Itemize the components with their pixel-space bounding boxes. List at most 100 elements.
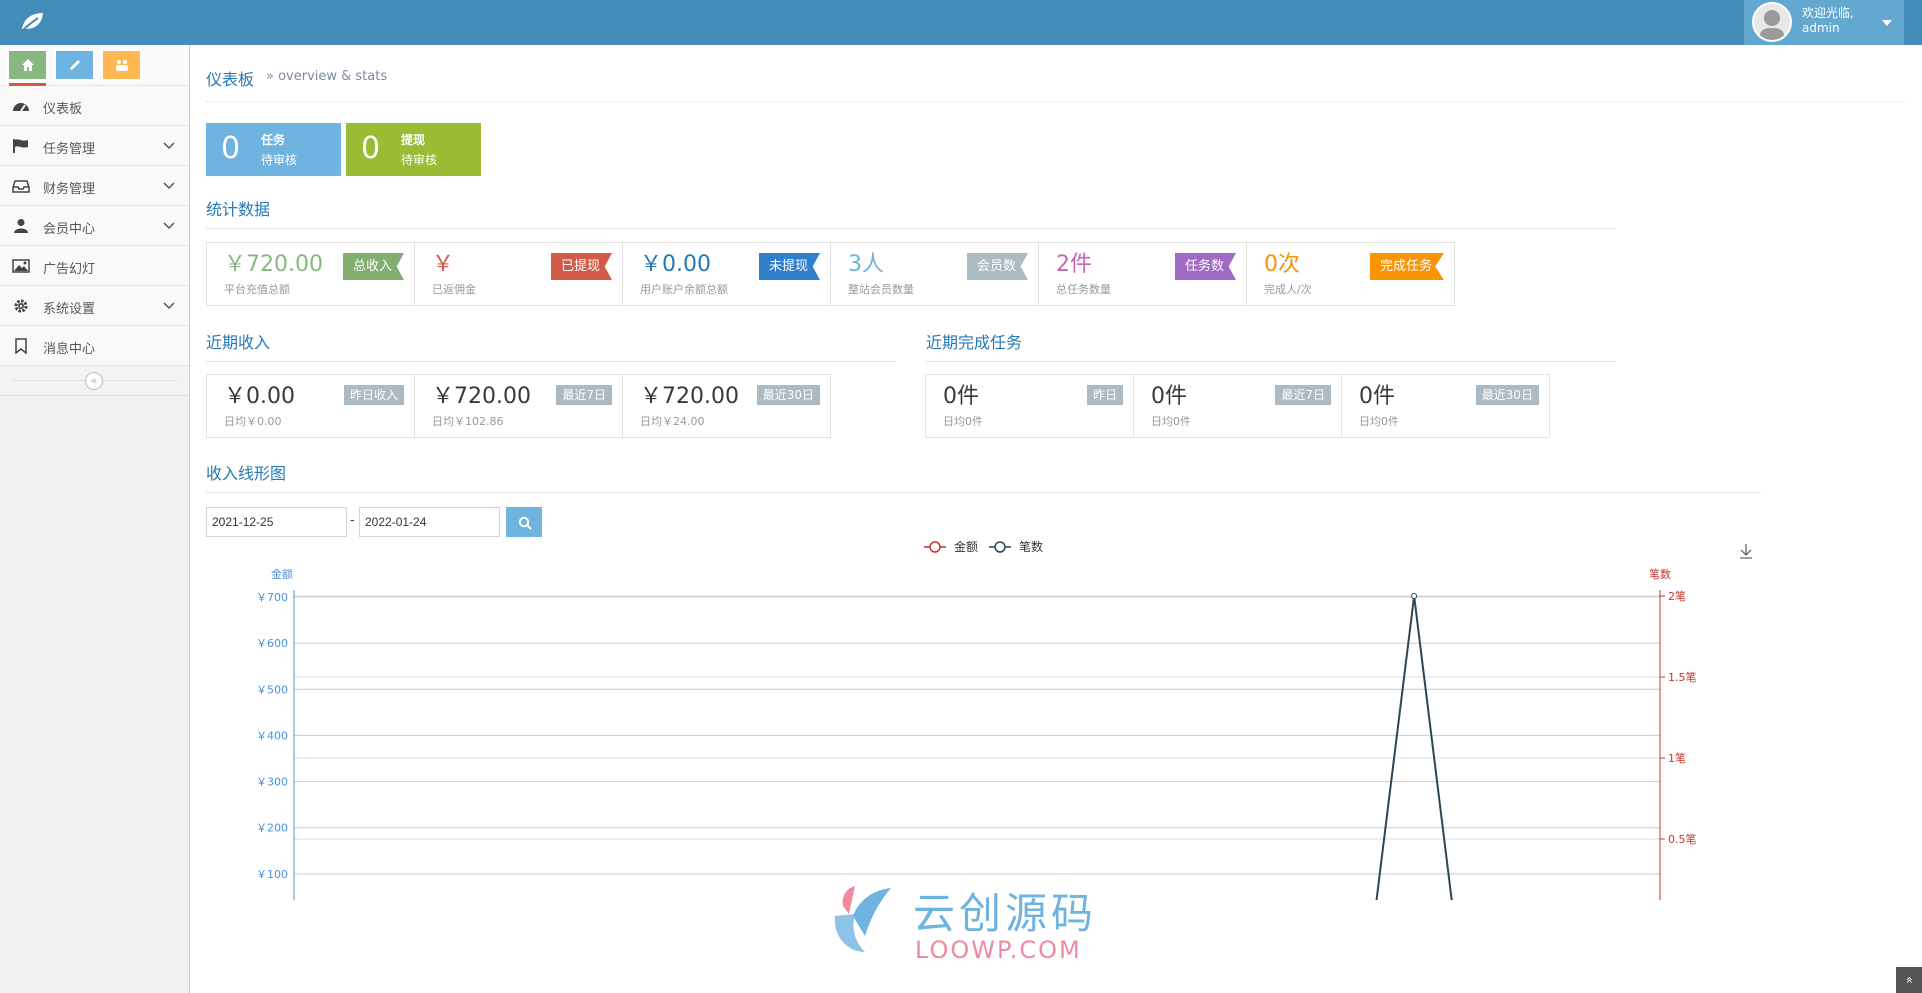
sidebar-item-members[interactable]: 会员中心 [0,206,189,246]
legend-amount-marker [929,541,941,553]
sidebar-item-dashboard[interactable]: 仪表板 [0,86,189,126]
inbox-icon [12,180,30,193]
sidebar-item-ads[interactable]: 广告幻灯 [0,246,189,286]
y-left-tick-label: ￥300 [256,776,288,789]
y-left-tick-label: ￥600 [256,637,288,650]
leaf-icon[interactable] [18,9,46,35]
y-right-tick-label: 0.5笔 [1668,832,1697,846]
chart-series [1375,593,1453,900]
stat-desc: 日均￥24.00 [640,415,705,428]
sidebar-item-label: 会员中心 [43,222,96,237]
watermark-text-en: LOOWP.COM [915,936,1082,964]
download-icon[interactable] [1740,544,1752,559]
dashboard-icon [13,103,29,112]
stat-desc: 整站会员数量 [848,283,914,296]
y-left-ticks: ￥0￥100￥200￥300￥400￥500￥600￥700 [256,591,288,881]
pending-withdraw-box[interactable]: 0 提现 待审核 [346,123,481,176]
legend-count[interactable]: 笔数 [989,539,1043,554]
stat-desc: 总任务数量 [1056,283,1111,296]
stats-section-title: 统计数据 [206,196,1616,229]
users-shortcut-button[interactable] [101,49,143,81]
y-left-axis-label: 金额 [271,567,293,581]
collapse-sidebar-button[interactable]: « [85,372,103,390]
pending-tasks-box[interactable]: 0 任务 待审核 [206,123,341,176]
legend-amount-label: 金额 [954,539,978,554]
legend-count-label: 笔数 [1019,539,1043,554]
flag-icon [13,139,28,153]
stat-value: ￥720.00 [224,252,323,277]
page-header: 仪表板 » overview & stats [206,52,1906,102]
user-menu[interactable]: 欢迎光临, admin [1744,0,1904,45]
y-left-tick-label: ￥500 [256,683,288,696]
recent-income-title: 近期收入 [206,329,896,362]
sidebar-item-finance[interactable]: 财务管理 [0,166,189,206]
chart-grid [294,595,1660,875]
stat-desc: 日均0件 [943,415,983,428]
bookmark-icon [15,338,27,354]
stat-withdrawn: ￥ 已返佣金 已提现 [414,242,623,306]
sidebar-collapse: « [0,366,189,396]
home-icon [22,59,34,71]
tasks-7days: 0件 日均0件 最近7日 [1133,374,1342,438]
tasks-30days: 0件 日均0件 最近30日 [1341,374,1550,438]
caret-down-icon[interactable] [1882,20,1892,26]
stat-value: ￥0.00 [640,252,711,277]
edit-shortcut-button[interactable] [54,49,96,81]
y-left-tick-label: ￥700 [256,591,288,604]
page-subtitle: » overview & stats [266,69,388,84]
stat-value: 0件 [1151,384,1187,409]
picture-icon [12,259,30,273]
stat-tag: 最近7日 [556,385,612,405]
chevron-down-icon [163,302,175,310]
sidebar-item-label: 财务管理 [43,182,96,197]
legend-amount[interactable]: 金额 [924,539,978,554]
home-shortcut-button[interactable] [7,49,48,81]
pending-withdraw-label: 提现 [401,133,426,147]
data-point-peak[interactable] [1411,593,1418,599]
stat-desc: 已返佣金 [432,283,476,296]
stat-tag: 最近30日 [1475,385,1539,405]
y-right-tick-label: 1笔 [1668,751,1686,765]
sidebar-shortcuts [0,45,189,113]
pending-tasks-count: 0 [221,131,241,166]
stat-badge: 未提现 [758,253,820,280]
tasks-yesterday: 0件 日均0件 昨日 [925,374,1134,438]
income-yesterday: ￥0.00 日均￥0.00 昨日收入 [206,374,415,438]
stat-value: 0次 [1264,252,1300,277]
stat-value: ￥ [432,252,455,277]
pending-withdraw-status: 待审核 [401,153,438,167]
stat-desc: 日均0件 [1151,415,1191,428]
stat-desc: 完成人/次 [1264,283,1312,296]
sidebar-item-label: 仪表板 [43,102,83,117]
pending-withdraw-count: 0 [361,131,381,166]
stat-value: 0件 [943,384,979,409]
y-right-axis-label: 笔数 [1649,567,1671,581]
sidebar-item-messages[interactable]: 消息中心 [0,326,189,366]
stat-badge: 会员数 [966,253,1028,280]
stat-desc: 日均￥102.86 [432,415,504,428]
sidebar-item-settings[interactable]: 系统设置 [0,286,189,326]
y-right-tick-label: 1.5笔 [1668,670,1697,684]
stat-value: ￥0.00 [224,384,295,409]
stat-badge: 总收入 [342,253,404,280]
income-7days: ￥720.00 日均￥102.86 最近7日 [414,374,623,438]
legend-count-marker [994,541,1006,553]
date-separator: - [350,513,355,528]
y-right-ticks: 0笔0.5笔1笔1.5笔2笔 [1660,589,1697,846]
cog-icon [14,299,28,313]
recent-tasks-title: 近期完成任务 [926,329,1616,362]
stat-desc: 日均￥0.00 [224,415,282,428]
stat-value: 3人 [848,252,884,277]
sidebar: 仪表板 任务管理 财务管理 会员中心 广告幻灯 系统设置 消息中心 « [0,45,190,993]
stat-desc: 平台充值总额 [224,283,290,296]
chart-svg: 金额 笔数 金额 笔数 ￥0￥100￥200￥300￥400￥500￥600￥7… [256,539,1752,900]
pending-tasks-status: 待审核 [261,153,298,167]
stat-tasks: 2件 总任务数量 任务数 [1038,242,1247,306]
stat-not-withdrawn: ￥0.00 用户账户余额总额 未提现 [622,242,831,306]
y-left-tick-label: ￥200 [256,822,288,835]
sidebar-item-tasks[interactable]: 任务管理 [0,126,189,166]
stat-tag: 最近7日 [1275,385,1331,405]
user-name: admin [1802,21,1840,35]
pending-tasks-label: 任务 [261,133,286,147]
scroll-to-top-button[interactable]: » [1896,967,1922,993]
